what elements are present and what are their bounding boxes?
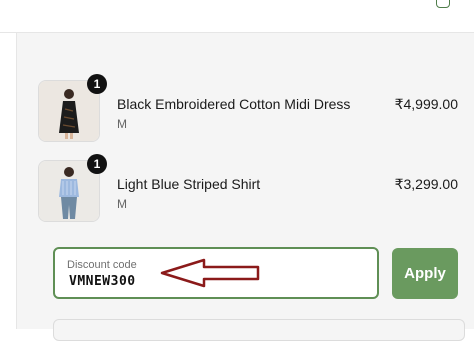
next-section-card: [53, 319, 465, 341]
quantity-badge: 1: [87, 154, 107, 174]
product-price: ₹4,999.00: [394, 96, 458, 112]
discount-code-label: Discount code: [67, 259, 137, 271]
quantity-badge: 1: [87, 74, 107, 94]
product-name: Black Embroidered Cotton Midi Dress: [117, 96, 351, 112]
annotation-arrow-icon: [160, 258, 260, 288]
line-item: 1 Light Blue Striped Shirt M ₹3,299.00: [38, 154, 458, 224]
product-variant: M: [117, 117, 127, 131]
top-bar: [0, 0, 474, 33]
bag-icon[interactable]: [436, 0, 450, 8]
product-name: Light Blue Striped Shirt: [117, 176, 261, 192]
product-price: ₹3,299.00: [394, 176, 458, 192]
line-item: 1 Black Embroidered Cotton Midi Dress M …: [38, 74, 458, 144]
apply-discount-button[interactable]: Apply: [392, 248, 458, 299]
product-variant: M: [117, 197, 127, 211]
left-column: [0, 33, 17, 329]
